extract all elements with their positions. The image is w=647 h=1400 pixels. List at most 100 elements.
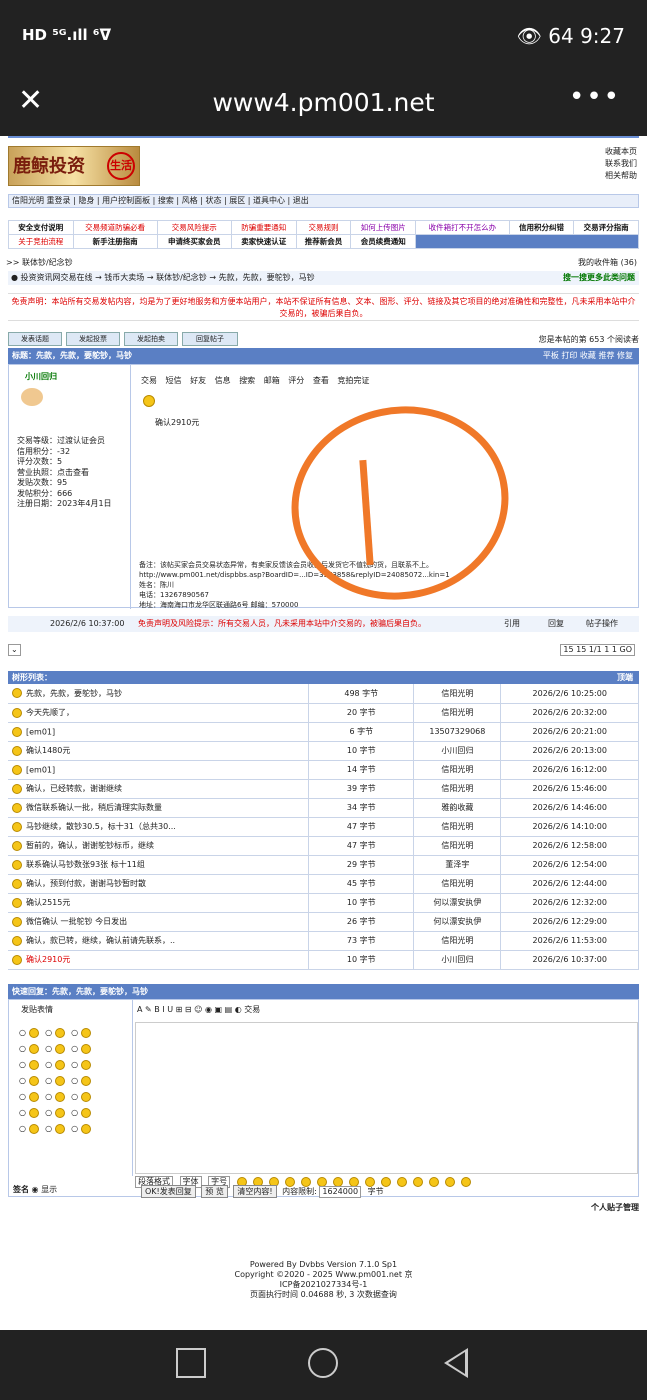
table-row[interactable]: 先款，先款，要鸵钞，马钞 498 字节 信阳光明 2026/2/6 10:25:00 [8, 684, 639, 704]
smile-icon[interactable] [460, 1176, 471, 1187]
new-poll-button[interactable]: 发起投票 [66, 332, 120, 346]
link-contact[interactable]: 联系我们 [605, 158, 637, 170]
grid-link[interactable]: 推荐新会员 [295, 234, 352, 249]
table-row[interactable]: 确认，预到付款，谢谢马钞暂时散 45 字节 信阳光明 2026/2/6 12:44:0… [8, 874, 639, 894]
row-title[interactable]: 暂前的，确认，谢谢鸵钞标币，继续 [8, 836, 310, 856]
grid-link[interactable]: 交易评分指南 [573, 220, 639, 235]
emoticon-option[interactable]: ○ [19, 1027, 41, 1038]
emoticon-option[interactable]: ○ [19, 1043, 41, 1054]
reply-button[interactable]: 回复帖子 [182, 332, 238, 346]
row-title[interactable]: 确认，已经转款，谢谢继续 [8, 779, 310, 799]
table-row[interactable]: 联系确认马钞数张93张 标十11组 29 字节 董泽宇 2026/2/6 12:54:… [8, 855, 639, 875]
post-ops-link[interactable]: 帖子操作 [586, 616, 618, 632]
reply-textarea[interactable] [135, 1022, 638, 1174]
back-icon[interactable] [444, 1348, 468, 1378]
user-menu[interactable]: 信阳光明 重登录 | 隐身 | 用户控制面板 | 搜索 | 风格 | 状态 | … [8, 194, 639, 208]
breadcrumb[interactable]: >> 联体钞/纪念钞 [6, 257, 73, 268]
manage-link[interactable]: 个人贴子管理 [591, 1202, 639, 1213]
emoticon-option[interactable]: ○ [45, 1123, 67, 1134]
row-title[interactable]: 马钞继续，散钞30.5，标十31（总共30... [8, 817, 310, 837]
mailbox-link[interactable]: 我的收件箱 (36) [578, 257, 637, 268]
new-topic-button[interactable]: 发表话题 [8, 332, 62, 346]
page-go[interactable]: 15 15 1/1 1 1 GO [560, 644, 635, 656]
recents-icon[interactable] [176, 1348, 206, 1378]
row-title[interactable]: 确认，预到付款，谢谢马钞暂时散 [8, 874, 310, 894]
row-title[interactable]: 今天先顺了， [8, 703, 310, 723]
row-title[interactable]: 确认1480元 [8, 741, 310, 761]
emoticon-option[interactable]: ○ [45, 1075, 67, 1086]
smile-icon[interactable] [412, 1176, 423, 1187]
grid-link[interactable]: 如何上传图片 [350, 220, 417, 235]
link-help[interactable]: 相关帮助 [605, 170, 637, 182]
grid-link[interactable]: 卖家快速认证 [230, 234, 297, 249]
link-bookmark[interactable]: 收藏本页 [605, 146, 637, 158]
table-row[interactable]: 确认，款已转，继续，确认前请先联系，.. 73 字节 信阳光明 2026/2/6 11… [8, 931, 639, 951]
stat-line[interactable]: 营业执照：点击查看 [17, 468, 124, 479]
row-title[interactable]: 微信联系确认一批，稍后清理实际数量 [8, 798, 310, 818]
smile-icon[interactable] [444, 1176, 455, 1187]
grid-link[interactable]: 会员续费通知 [350, 234, 417, 249]
smile-icon[interactable] [428, 1176, 439, 1187]
dropdown-icon[interactable]: ⌄ [8, 644, 21, 656]
grid-link[interactable]: 交易风险提示 [156, 220, 232, 235]
grid-link[interactable]: 防骗重要通知 [230, 220, 297, 235]
emoticon-option[interactable]: ○ [45, 1091, 67, 1102]
grid-link[interactable]: 关于竞拍流程 [8, 234, 74, 249]
emoticon-option[interactable]: ○ [19, 1107, 41, 1118]
emoticon-option[interactable]: ○ [71, 1107, 91, 1118]
author-name[interactable]: 小川回归 [15, 371, 124, 382]
table-row[interactable]: 确认，已经转款，谢谢继续 39 字节 信阳光明 2026/2/6 15:46:00 [8, 779, 639, 799]
emoticon-grid[interactable]: ○ ○ ○ ○ ○ ○ ○ ○ ○ ○ ○ ○ ○ ○ ○ ○ ○ ○ ○ ○ … [9, 1019, 132, 1143]
submit-button[interactable]: OK!发表回复 [141, 1185, 196, 1198]
grid-link[interactable]: 信用积分纠错 [508, 220, 575, 235]
tool-mail[interactable]: 邮箱 [264, 376, 280, 385]
emoticon-option[interactable]: ○ [71, 1043, 91, 1054]
topic-actions[interactable]: 平板 打印 收藏 推荐 修复 [543, 348, 633, 364]
grid-link[interactable]: 收件箱打不开怎么办 [415, 220, 510, 235]
tool-message[interactable]: 短信 [166, 376, 182, 385]
grid-link[interactable]: 交易频道防骗必看 [72, 220, 158, 235]
table-row[interactable]: 暂前的，确认，谢谢鸵钞标币，继续 47 字节 信阳光明 2026/2/6 12:58:… [8, 836, 639, 856]
emoticon-option[interactable]: ○ [71, 1059, 91, 1070]
row-title[interactable]: 联系确认马钞数张93张 标十11组 [8, 855, 310, 875]
emoticon-option[interactable]: ○ [19, 1123, 41, 1134]
table-row[interactable]: 微信联系确认一批，稍后清理实际数量 34 字节 雅韵收藏 2026/2/6 14:46… [8, 798, 639, 818]
emoticon-option[interactable]: ○ [71, 1075, 91, 1086]
tool-search[interactable]: 搜索 [239, 376, 255, 385]
editor-toolbar[interactable]: A ✎ B I U ⊞ ⊟ ☺ ◉ ▣ ▤ ◐ 交易 [137, 1004, 260, 1015]
emoticon-option[interactable]: ○ [19, 1091, 41, 1102]
table-row[interactable]: [em01] 6 字节 13507329068 2026/2/6 20:21:00 [8, 722, 639, 742]
row-title[interactable]: 确认2515元 [8, 893, 310, 913]
row-title[interactable]: [em01] [8, 760, 310, 780]
table-row[interactable]: 今天先顺了， 20 字节 信阳光明 2026/2/6 20:32:00 [8, 703, 639, 723]
quote-link[interactable]: 引用 [504, 616, 520, 632]
tool-auction[interactable]: 竞拍完证 [337, 376, 369, 385]
table-row[interactable]: [em01] 14 字节 信阳光明 2026/2/6 16:12:00 [8, 760, 639, 780]
tool-view[interactable]: 查看 [313, 376, 329, 385]
tool-info[interactable]: 信息 [215, 376, 231, 385]
emoticon-option[interactable]: ○ [45, 1027, 67, 1038]
emoticon-option[interactable]: ○ [19, 1059, 41, 1070]
clear-button[interactable]: 清空内容! [233, 1185, 277, 1198]
grid-link[interactable]: 交易规则 [295, 220, 352, 235]
table-row[interactable]: 确认1480元 10 字节 小川回归 2026/2/6 20:13:00 [8, 741, 639, 761]
reply-link[interactable]: 回复 [548, 616, 564, 632]
row-title[interactable]: [em01] [8, 722, 310, 742]
table-row[interactable]: 确认2910元 10 字节 小川回归 2026/2/6 10:37:00 [8, 950, 639, 970]
emoticon-option[interactable]: ○ [45, 1107, 67, 1118]
table-row[interactable]: 微信确认 一批鸵钞 今日发出 26 字节 何以漂安执伊 2026/2/6 12:29:… [8, 912, 639, 932]
home-icon[interactable] [308, 1348, 338, 1378]
row-title[interactable]: 确认2910元 [8, 950, 310, 970]
emoticon-option[interactable]: ○ [71, 1091, 91, 1102]
row-title[interactable]: 确认，款已转，继续，确认前请先联系，.. [8, 931, 310, 951]
row-title[interactable]: 微信确认 一批鸵钞 今日发出 [8, 912, 310, 932]
row-title[interactable]: 先款，先款，要鸵钞，马钞 [8, 684, 310, 704]
emoticon-option[interactable]: ○ [45, 1043, 67, 1054]
table-row[interactable]: 马钞继续，散钞30.5，标十31（总共30... 47 字节 信阳光明 2026/2/… [8, 817, 639, 837]
emoticon-option[interactable]: ○ [45, 1059, 67, 1070]
nav-path-text[interactable]: ● 投资资讯网交易在线 → 钱币大卖场 → 联体钞/纪念钞 → 先款，先款，要鸵… [11, 273, 315, 282]
tool-trade[interactable]: 交易 [141, 376, 157, 385]
grid-link[interactable]: 申请终买家会员 [156, 234, 232, 249]
show-label[interactable]: 显示 [41, 1185, 57, 1194]
emoticon-option[interactable]: ○ [71, 1123, 91, 1134]
